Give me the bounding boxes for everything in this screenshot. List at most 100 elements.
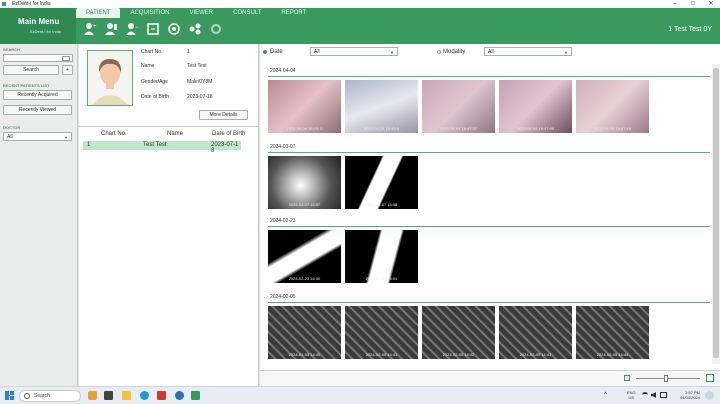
delete-patient-icon[interactable]: − xyxy=(124,21,140,37)
image-thumbnail[interactable]: 2024-04-04 16:43: 0 xyxy=(268,80,341,133)
image-thumbnail[interactable]: 2024-03-07 15:58 xyxy=(345,156,418,209)
add-patient-icon[interactable]: + xyxy=(82,21,98,37)
recent-patients-heading: RECENT PATIENTS LIST xyxy=(3,83,50,88)
zoom-out-icon[interactable] xyxy=(624,375,630,381)
image-thumbnail[interactable]: 2024-02-05 14:44 xyxy=(576,306,649,359)
search-icon xyxy=(24,393,30,399)
date-filter-select[interactable]: All ▼ xyxy=(310,47,398,56)
zoom-slider-handle[interactable] xyxy=(664,375,668,382)
modality-filter-value: All xyxy=(488,48,494,55)
tab-patient[interactable]: PATIENT xyxy=(76,8,121,18)
settings-icon[interactable] xyxy=(208,21,224,37)
search-heading: SEARCH xyxy=(3,47,20,52)
svg-text:+: + xyxy=(93,24,97,30)
keyboard-icon[interactable] xyxy=(62,56,70,61)
minimize-button[interactable]: – xyxy=(666,0,684,8)
image-panel: Date All ▼ Modality All ▼ 2024-04-04 2024… xyxy=(260,44,720,386)
image-thumbnail[interactable]: 2024-02-23 16:00 xyxy=(268,230,341,283)
col-chart-no[interactable]: Chart No. xyxy=(101,131,127,137)
clock[interactable]: 2:57 PM 04/04/2024 xyxy=(668,390,700,400)
main-menu-button[interactable]: Main Menu EzDent-i for India xyxy=(0,8,76,44)
notification-icon[interactable] xyxy=(705,391,714,400)
clock-date: 04/04/2024 xyxy=(679,395,700,400)
col-dob[interactable]: Date of Birth xyxy=(212,131,245,137)
image-thumbnail[interactable]: 2024-02-05 14:42 xyxy=(422,306,495,359)
search-button[interactable]: Search xyxy=(3,65,59,75)
tab-consult[interactable]: CONSULT xyxy=(223,8,271,18)
thumbnail-timestamp: 2024-03-07 15:57 xyxy=(288,202,321,207)
recently-acquired-button[interactable]: Recently Acquired xyxy=(3,90,72,100)
windows-taskbar: Search ^ ENG US 2:57 PM 04/04/2024 xyxy=(0,386,720,404)
left-sidebar: SEARCH Search + RECENT PATIENTS LIST Rec… xyxy=(0,44,78,386)
image-thumbnail[interactable]: 2024-02-05 14:40 xyxy=(268,306,341,359)
recently-viewed-button[interactable]: Recently Viewed xyxy=(3,105,72,115)
app-icon xyxy=(2,2,6,6)
divider xyxy=(79,126,259,127)
vertical-scrollbar[interactable] xyxy=(712,64,720,364)
tray-chevron-icon[interactable]: ^ xyxy=(604,392,607,398)
scrollbar-thumb[interactable] xyxy=(713,68,719,358)
maximize-button[interactable]: □ xyxy=(684,0,702,8)
zoom-bar xyxy=(260,370,720,386)
chevron-down-icon: ▼ xyxy=(564,50,568,55)
doctor-select[interactable]: All ▼ xyxy=(3,132,72,141)
image-thumbnail[interactable]: 2024-04-04 16:47:09 xyxy=(499,80,572,133)
row-name: Test Test xyxy=(143,142,167,148)
region-text: US xyxy=(628,395,635,400)
zoom-slider[interactable] xyxy=(636,378,700,379)
image-thumbnail[interactable]: 2024-02-05 14:43 xyxy=(499,306,572,359)
image-thumbnail[interactable]: 2024-02-23 16:01 xyxy=(345,230,418,283)
image-thumbnail[interactable]: 2024-02-05 14:41 xyxy=(345,306,418,359)
modality-radio-icon[interactable] xyxy=(437,50,441,54)
export-icon[interactable] xyxy=(145,21,161,37)
taskbar-search-input[interactable]: Search xyxy=(19,390,81,402)
volume-icon[interactable] xyxy=(651,392,656,398)
image-thumbnail[interactable]: 2024-04-04 16:47:16 xyxy=(576,80,649,133)
close-button[interactable]: ✕ xyxy=(702,0,720,8)
ezdent-taskbar-icon[interactable] xyxy=(191,391,200,400)
tab-viewer[interactable]: VIEWER xyxy=(179,8,223,18)
thumbnail-timestamp: 2024-02-05 14:42 xyxy=(442,352,475,357)
thumbnail-timestamp: 2024-03-07 15:58 xyxy=(365,202,398,207)
edge-icon[interactable] xyxy=(140,391,149,400)
gender-age-label: Gender/Age xyxy=(141,79,168,85)
dob-label: Date of Birth xyxy=(141,94,169,100)
thumbnail-timestamp: 2024-02-05 14:41 xyxy=(365,352,398,357)
edit-patient-icon[interactable] xyxy=(103,21,119,37)
main-menu-subtitle: EzDent-i for India xyxy=(30,29,61,34)
tab-acquisition[interactable]: ACQUISITION xyxy=(120,8,179,18)
date-group-header: 2024-02-05 xyxy=(270,294,296,300)
consult-icon[interactable] xyxy=(166,21,182,37)
thumbnail-timestamp: 2024-04-04 16:45:0 xyxy=(364,126,399,131)
battery-icon[interactable] xyxy=(660,392,667,398)
image-thumbnail[interactable]: 2024-03-07 15:57 xyxy=(268,156,341,209)
main-menu-title: Main Menu xyxy=(18,17,60,26)
patient-toolbar: + − xyxy=(82,21,224,37)
image-thumbnail[interactable]: 2024-04-04 16:45:0 xyxy=(345,80,418,133)
modality-filter-select[interactable]: All ▼ xyxy=(484,47,572,56)
table-row[interactable]: 1 Test Test 2023-07-1 8 xyxy=(83,141,241,154)
row-chart-no: 1 xyxy=(87,142,91,148)
chart-no-label: Chart No. xyxy=(141,49,163,55)
image-thumbnail[interactable]: 2024-04-04 16:47:37 xyxy=(422,80,495,133)
date-group-divider xyxy=(268,76,710,77)
widget-icon[interactable] xyxy=(88,391,97,400)
file-explorer-icon[interactable] xyxy=(122,391,131,400)
tab-report[interactable]: REPORT xyxy=(271,8,316,18)
share-icon[interactable] xyxy=(187,21,203,37)
advanced-search-button[interactable]: + xyxy=(62,65,73,75)
app-icon-red[interactable] xyxy=(157,391,166,400)
task-view-icon[interactable] xyxy=(104,391,113,400)
zoom-in-icon[interactable] xyxy=(706,374,714,382)
date-group-header: 2024-02-23 xyxy=(270,218,296,224)
windows-start-icon[interactable] xyxy=(5,391,14,400)
date-group-header: 2024-03-07 xyxy=(270,144,296,150)
app-icon-blue[interactable] xyxy=(175,391,184,400)
col-name[interactable]: Name xyxy=(167,131,183,137)
search-input[interactable] xyxy=(3,54,73,62)
language-indicator[interactable]: ENG US xyxy=(627,390,636,400)
thumbnail-timestamp: 2024-02-23 16:00 xyxy=(288,276,321,281)
date-radio-icon[interactable] xyxy=(263,50,267,54)
more-details-button[interactable]: More Details xyxy=(199,110,248,120)
wifi-icon[interactable] xyxy=(642,392,648,398)
